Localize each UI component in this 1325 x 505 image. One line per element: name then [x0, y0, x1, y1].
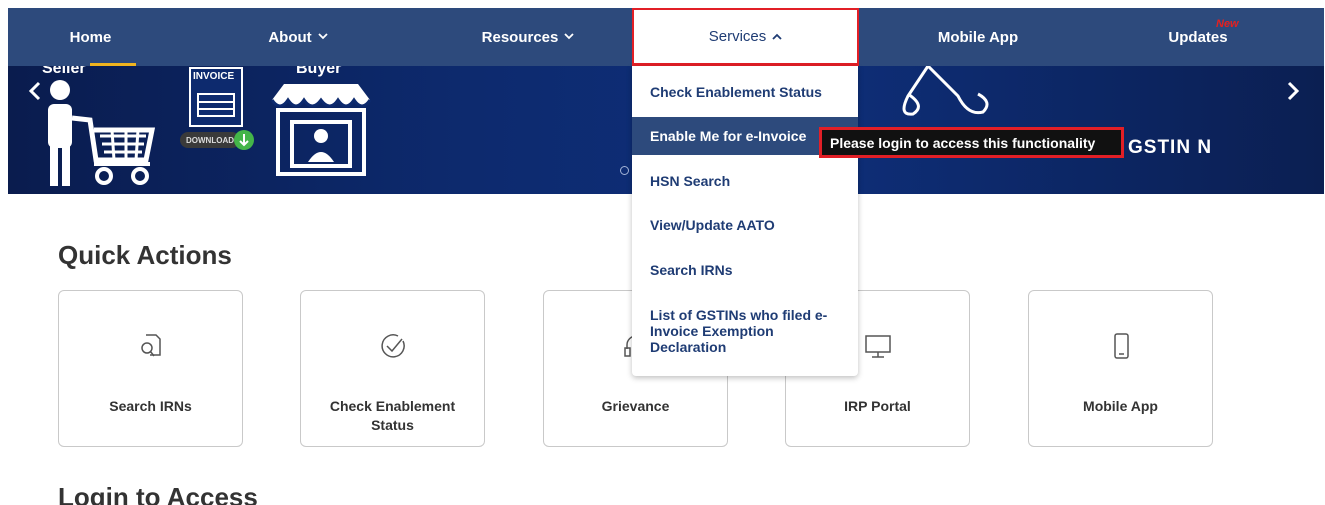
nav-mobile-app[interactable]: Mobile App [888, 8, 1068, 66]
quick-action-label: Grievance [601, 398, 670, 414]
search-document-icon [140, 334, 161, 357]
chevron-down-icon [564, 31, 574, 43]
nav-about[interactable]: About [208, 8, 388, 66]
chevron-right-icon[interactable] [1286, 80, 1300, 109]
nav-mobile-app-label: Mobile App [937, 28, 1019, 46]
download-label: DOWNLOAD [186, 136, 234, 145]
login-to-access-title: Login to Access [58, 482, 258, 505]
nav-services-label: Services [708, 28, 767, 45]
nav-home[interactable]: Home [8, 8, 173, 66]
buyer-store-illustration [270, 84, 372, 176]
services-dropdown-menu: Check Enablement Status Enable Me for e-… [632, 66, 858, 376]
gstin-banner-text: GSTIN N [1128, 137, 1213, 158]
menu-item-search-irns[interactable]: Search IRNs [632, 262, 858, 278]
mobile-phone-icon [1113, 333, 1129, 359]
quick-action-label: Check Enablement Status [329, 398, 456, 433]
nav-updates-label: Updates [1168, 28, 1228, 46]
nav-about-label: About [268, 28, 312, 46]
main-nav: Home About Resources Services Mobile App… [8, 8, 1324, 67]
check-circle-icon [380, 334, 405, 358]
nav-services[interactable]: Services [632, 8, 859, 66]
quick-action-search-irns[interactable]: Search IRNs [58, 290, 243, 447]
buyer-label: Buyer [296, 66, 342, 77]
monitor-icon [864, 335, 891, 358]
nav-home-label: Home [69, 28, 112, 46]
menu-item-gstin-exemption-list[interactable]: List of GSTINs who filed e-Invoice Exemp… [632, 307, 838, 355]
quick-action-label: Search IRNs [109, 398, 192, 414]
seller-cart-illustration [48, 80, 156, 186]
menu-item-check-enablement-status[interactable]: Check Enablement Status [632, 84, 858, 100]
new-badge: New [1216, 18, 1239, 30]
quick-actions-title: Quick Actions [58, 240, 232, 270]
chevron-down-icon [318, 31, 328, 43]
quick-action-mobile-app[interactable]: Mobile App [1028, 290, 1213, 447]
nav-resources[interactable]: Resources [428, 8, 628, 66]
tooltip-text: Please login to access this functionalit… [830, 134, 1096, 151]
invoice-label: INVOICE [193, 71, 235, 82]
chevron-left-icon[interactable] [28, 80, 42, 109]
menu-item-hsn-search[interactable]: HSN Search [632, 173, 858, 189]
login-required-tooltip: Please login to access this functionalit… [819, 127, 1124, 158]
nav-resources-label: Resources [481, 28, 559, 46]
carousel-dot[interactable] [620, 166, 629, 175]
chevron-up-icon [772, 31, 782, 43]
quick-action-label: Mobile App [1083, 398, 1158, 414]
quick-action-check-enablement[interactable]: Check Enablement Status [300, 290, 485, 447]
nav-updates[interactable]: Updates [1108, 8, 1288, 66]
quick-action-label: IRP Portal [844, 398, 911, 414]
menu-item-view-update-aato[interactable]: View/Update AATO [632, 217, 858, 233]
swirl-graphic [902, 66, 989, 116]
seller-label: Seller [42, 66, 86, 77]
